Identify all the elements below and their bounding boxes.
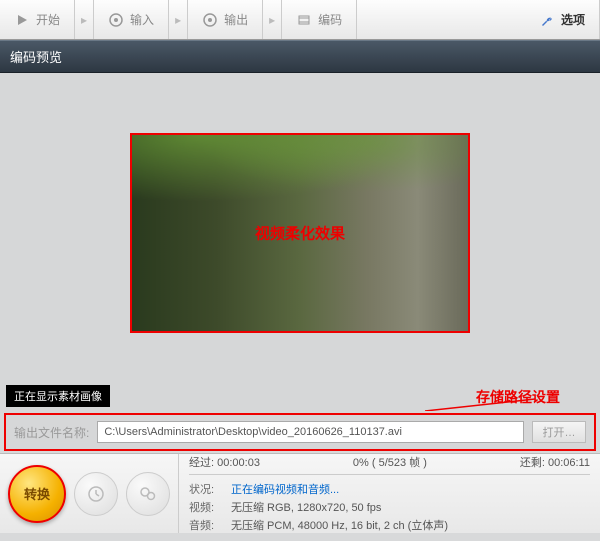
preview-overlay-text: 视频柔化效果	[255, 223, 345, 244]
gears-icon	[139, 485, 157, 503]
progress-panel: 经过: 00:00:03 0% ( 5/523 帧 ) 还剩: 00:06:11…	[179, 454, 600, 533]
tab-label: 输入	[130, 11, 154, 28]
preview-area: 视频柔化效果 正在显示素材画像 存储路径设置	[0, 73, 600, 413]
tab-options[interactable]: 选项	[525, 0, 600, 39]
status-value: 正在编码视频和音频...	[231, 481, 339, 497]
wrench-icon	[539, 12, 555, 28]
tab-start[interactable]: 开始	[0, 0, 75, 39]
video-value: 无压缩 RGB, 1280x720, 50 fps	[231, 499, 381, 515]
tab-label: 编码	[318, 11, 342, 28]
tab-label: 开始	[36, 11, 60, 28]
percent-value: 0% ( 5/523 帧 )	[353, 454, 427, 470]
tab-label: 输出	[224, 11, 248, 28]
elapsed-label: 经过:	[189, 457, 214, 469]
chevron-icon: ▸	[263, 0, 282, 39]
remaining-value: 00:06:11	[548, 457, 590, 469]
pause-button[interactable]	[74, 472, 118, 516]
reel-icon	[202, 12, 218, 28]
tab-output[interactable]: 输出	[188, 0, 263, 39]
audio-value: 无压缩 PCM, 48000 Hz, 16 bit, 2 ch (立体声)	[231, 517, 448, 533]
chevron-icon: ▸	[75, 0, 94, 39]
tab-input[interactable]: 输入	[94, 0, 169, 39]
browse-button[interactable]: 打开…	[532, 421, 586, 443]
convert-label: 转换	[24, 484, 50, 503]
stop-button[interactable]	[126, 472, 170, 516]
annotation-arrow	[425, 381, 565, 411]
preview-box: 视频柔化效果	[130, 133, 470, 333]
elapsed-value: 00:00:03	[217, 457, 260, 469]
output-label: 输出文件名称:	[14, 424, 89, 441]
film-icon	[296, 12, 312, 28]
panel-title: 编码预览	[0, 40, 600, 73]
output-path-input[interactable]	[97, 421, 524, 443]
bottom-bar: 转换 经过: 00:00:03 0% ( 5/523 帧 ) 还剩: 00:06…	[0, 453, 600, 533]
reel-icon	[108, 12, 124, 28]
top-toolbar: 开始 ▸ 输入 ▸ 输出 ▸ 编码 选项	[0, 0, 600, 40]
convert-button[interactable]: 转换	[8, 465, 66, 523]
status-label: 状况:	[189, 481, 221, 497]
preview-status: 正在显示素材画像	[6, 385, 110, 407]
audio-label: 音频:	[189, 517, 221, 533]
action-buttons: 转换	[0, 454, 179, 533]
clock-icon	[87, 485, 105, 503]
chevron-icon: ▸	[169, 0, 188, 39]
tab-label: 选项	[561, 11, 585, 28]
video-label: 视频:	[189, 499, 221, 515]
remaining-label: 还剩:	[520, 457, 545, 469]
output-path-row: 输出文件名称: 打开…	[4, 413, 596, 451]
tab-encode[interactable]: 编码	[282, 0, 357, 39]
play-icon	[14, 12, 30, 28]
